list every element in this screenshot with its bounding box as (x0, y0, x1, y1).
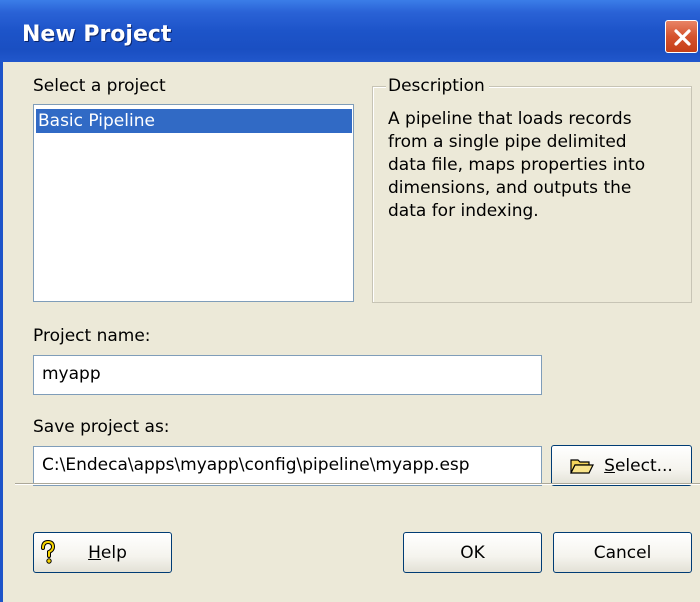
select-project-label: Select a project (33, 76, 166, 96)
save-path-input[interactable]: C:\Endeca\apps\myapp\config\pipeline\mya… (33, 446, 542, 486)
cancel-button[interactable]: Cancel (553, 532, 692, 573)
dialog-title: New Project (22, 22, 172, 47)
separator (15, 483, 700, 485)
description-line: data for indexing. (388, 201, 539, 221)
new-project-dialog: New Project Select a project Basic Pipel… (0, 0, 700, 602)
title-bar[interactable]: New Project (0, 0, 700, 62)
description-line: data file, maps properties into (388, 155, 646, 175)
description-line: dimensions, and outputs the (388, 178, 632, 198)
help-button[interactable]: Help (33, 532, 172, 573)
project-name-input[interactable]: myapp (33, 355, 542, 395)
list-item[interactable]: Basic Pipeline (36, 109, 352, 133)
select-button-label: Select... (604, 455, 673, 476)
description-text: A pipeline that loads records from a sin… (388, 108, 683, 223)
help-button-label: Help (88, 542, 127, 563)
project-name-label: Project name: (33, 326, 151, 346)
description-line: A pipeline that loads records (388, 109, 632, 129)
open-folder-icon (570, 458, 595, 474)
close-button[interactable] (665, 20, 698, 53)
description-legend: Description (386, 76, 489, 96)
ok-button[interactable]: OK (403, 532, 542, 573)
close-icon (674, 29, 691, 46)
save-as-label: Save project as: (33, 417, 170, 437)
help-question-icon (41, 540, 56, 564)
project-listbox[interactable]: Basic Pipeline (33, 104, 354, 302)
description-line: from a single pipe delimited (388, 132, 627, 152)
select-button[interactable]: Select... (551, 445, 692, 486)
